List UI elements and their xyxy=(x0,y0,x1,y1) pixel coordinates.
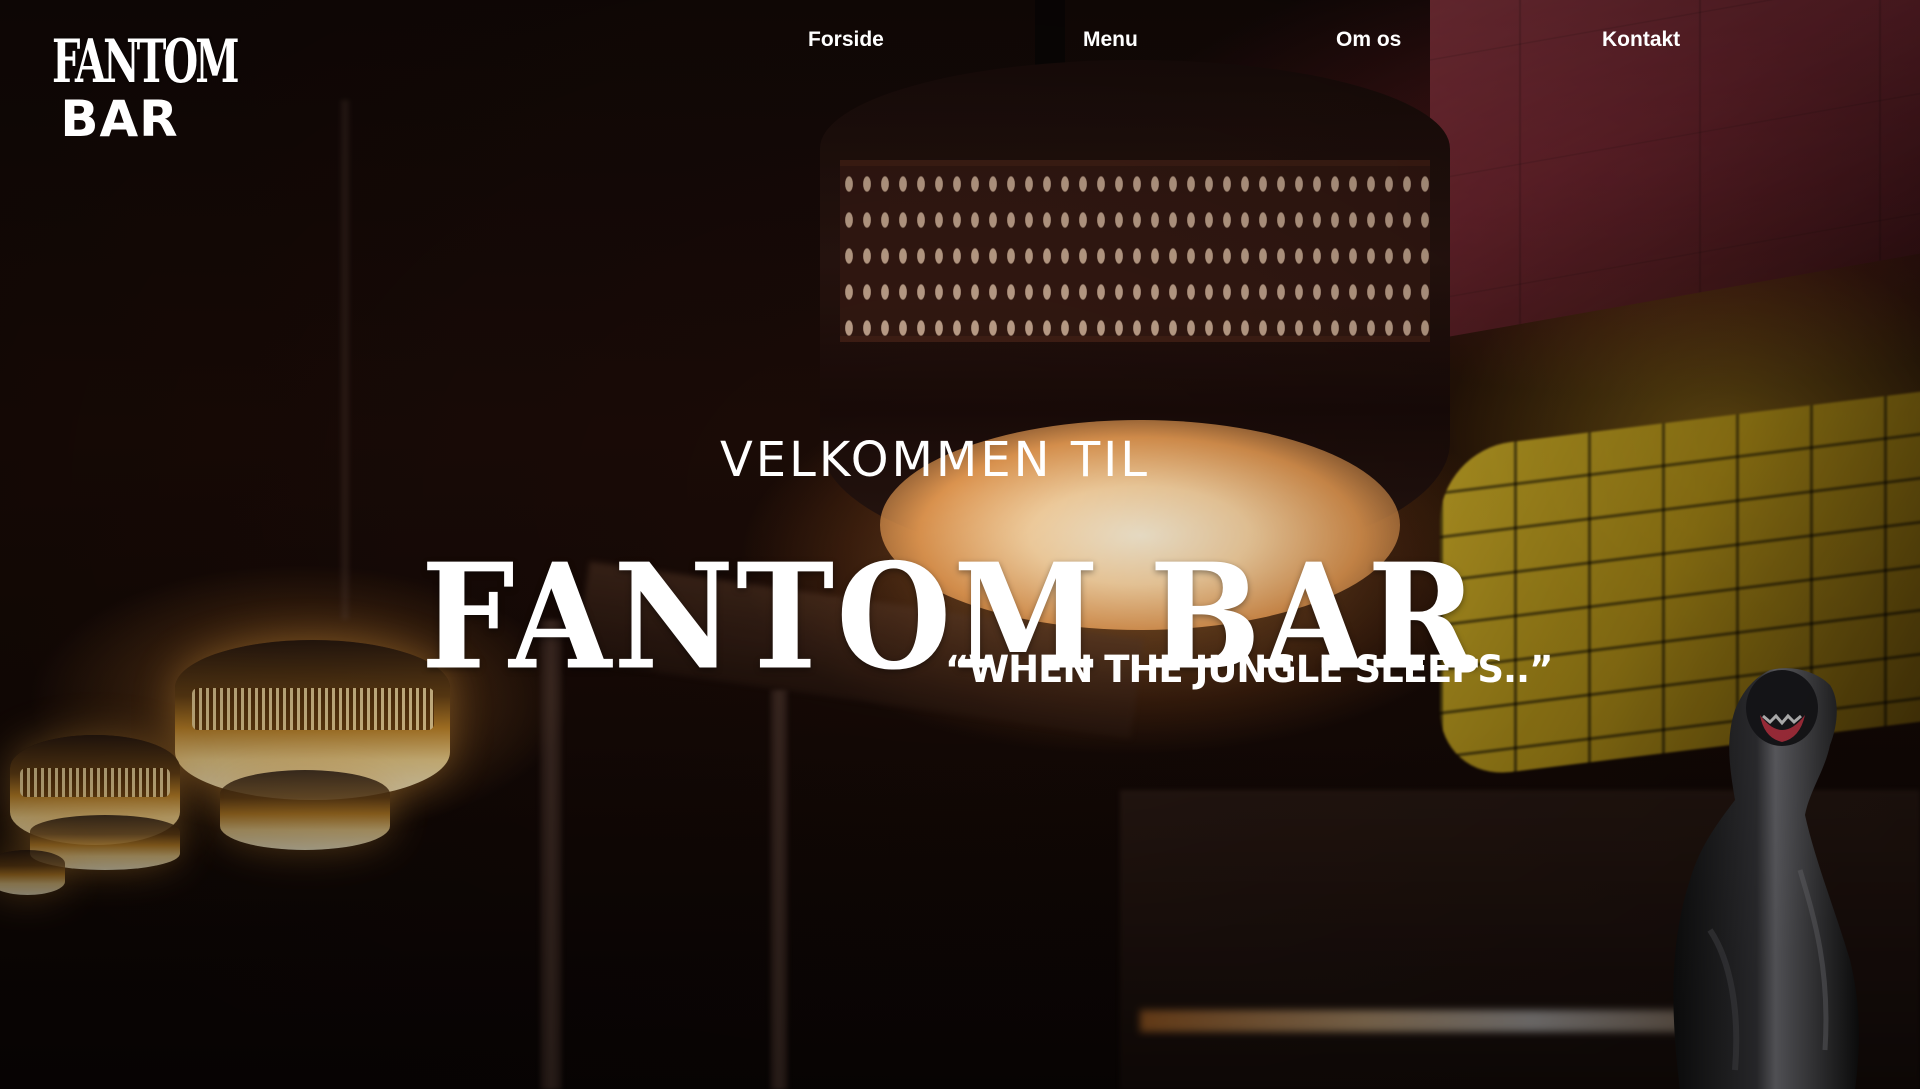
nav-link-menu[interactable]: Menu xyxy=(1083,28,1138,52)
fantom-bar-logo[interactable]: FANTOM BAR xyxy=(52,26,240,150)
main-nav: Forside Menu Om os Kontakt xyxy=(780,28,1720,58)
hero-tagline: “WHEN THE JUNGLE SLEEPS..” xyxy=(945,648,1553,691)
nav-link-forside[interactable]: Forside xyxy=(808,28,884,52)
page: FANTOM BAR Forside Menu Om os Kontakt VE… xyxy=(0,0,1920,1089)
nav-link-om-os[interactable]: Om os xyxy=(1336,28,1401,52)
hero-subtitle: VELKOMMEN TIL xyxy=(719,431,1151,488)
logo-text-bottom: BAR xyxy=(60,90,179,148)
logo-text-top: FANTOM xyxy=(52,26,240,97)
nav-link-kontakt[interactable]: Kontakt xyxy=(1602,28,1680,52)
